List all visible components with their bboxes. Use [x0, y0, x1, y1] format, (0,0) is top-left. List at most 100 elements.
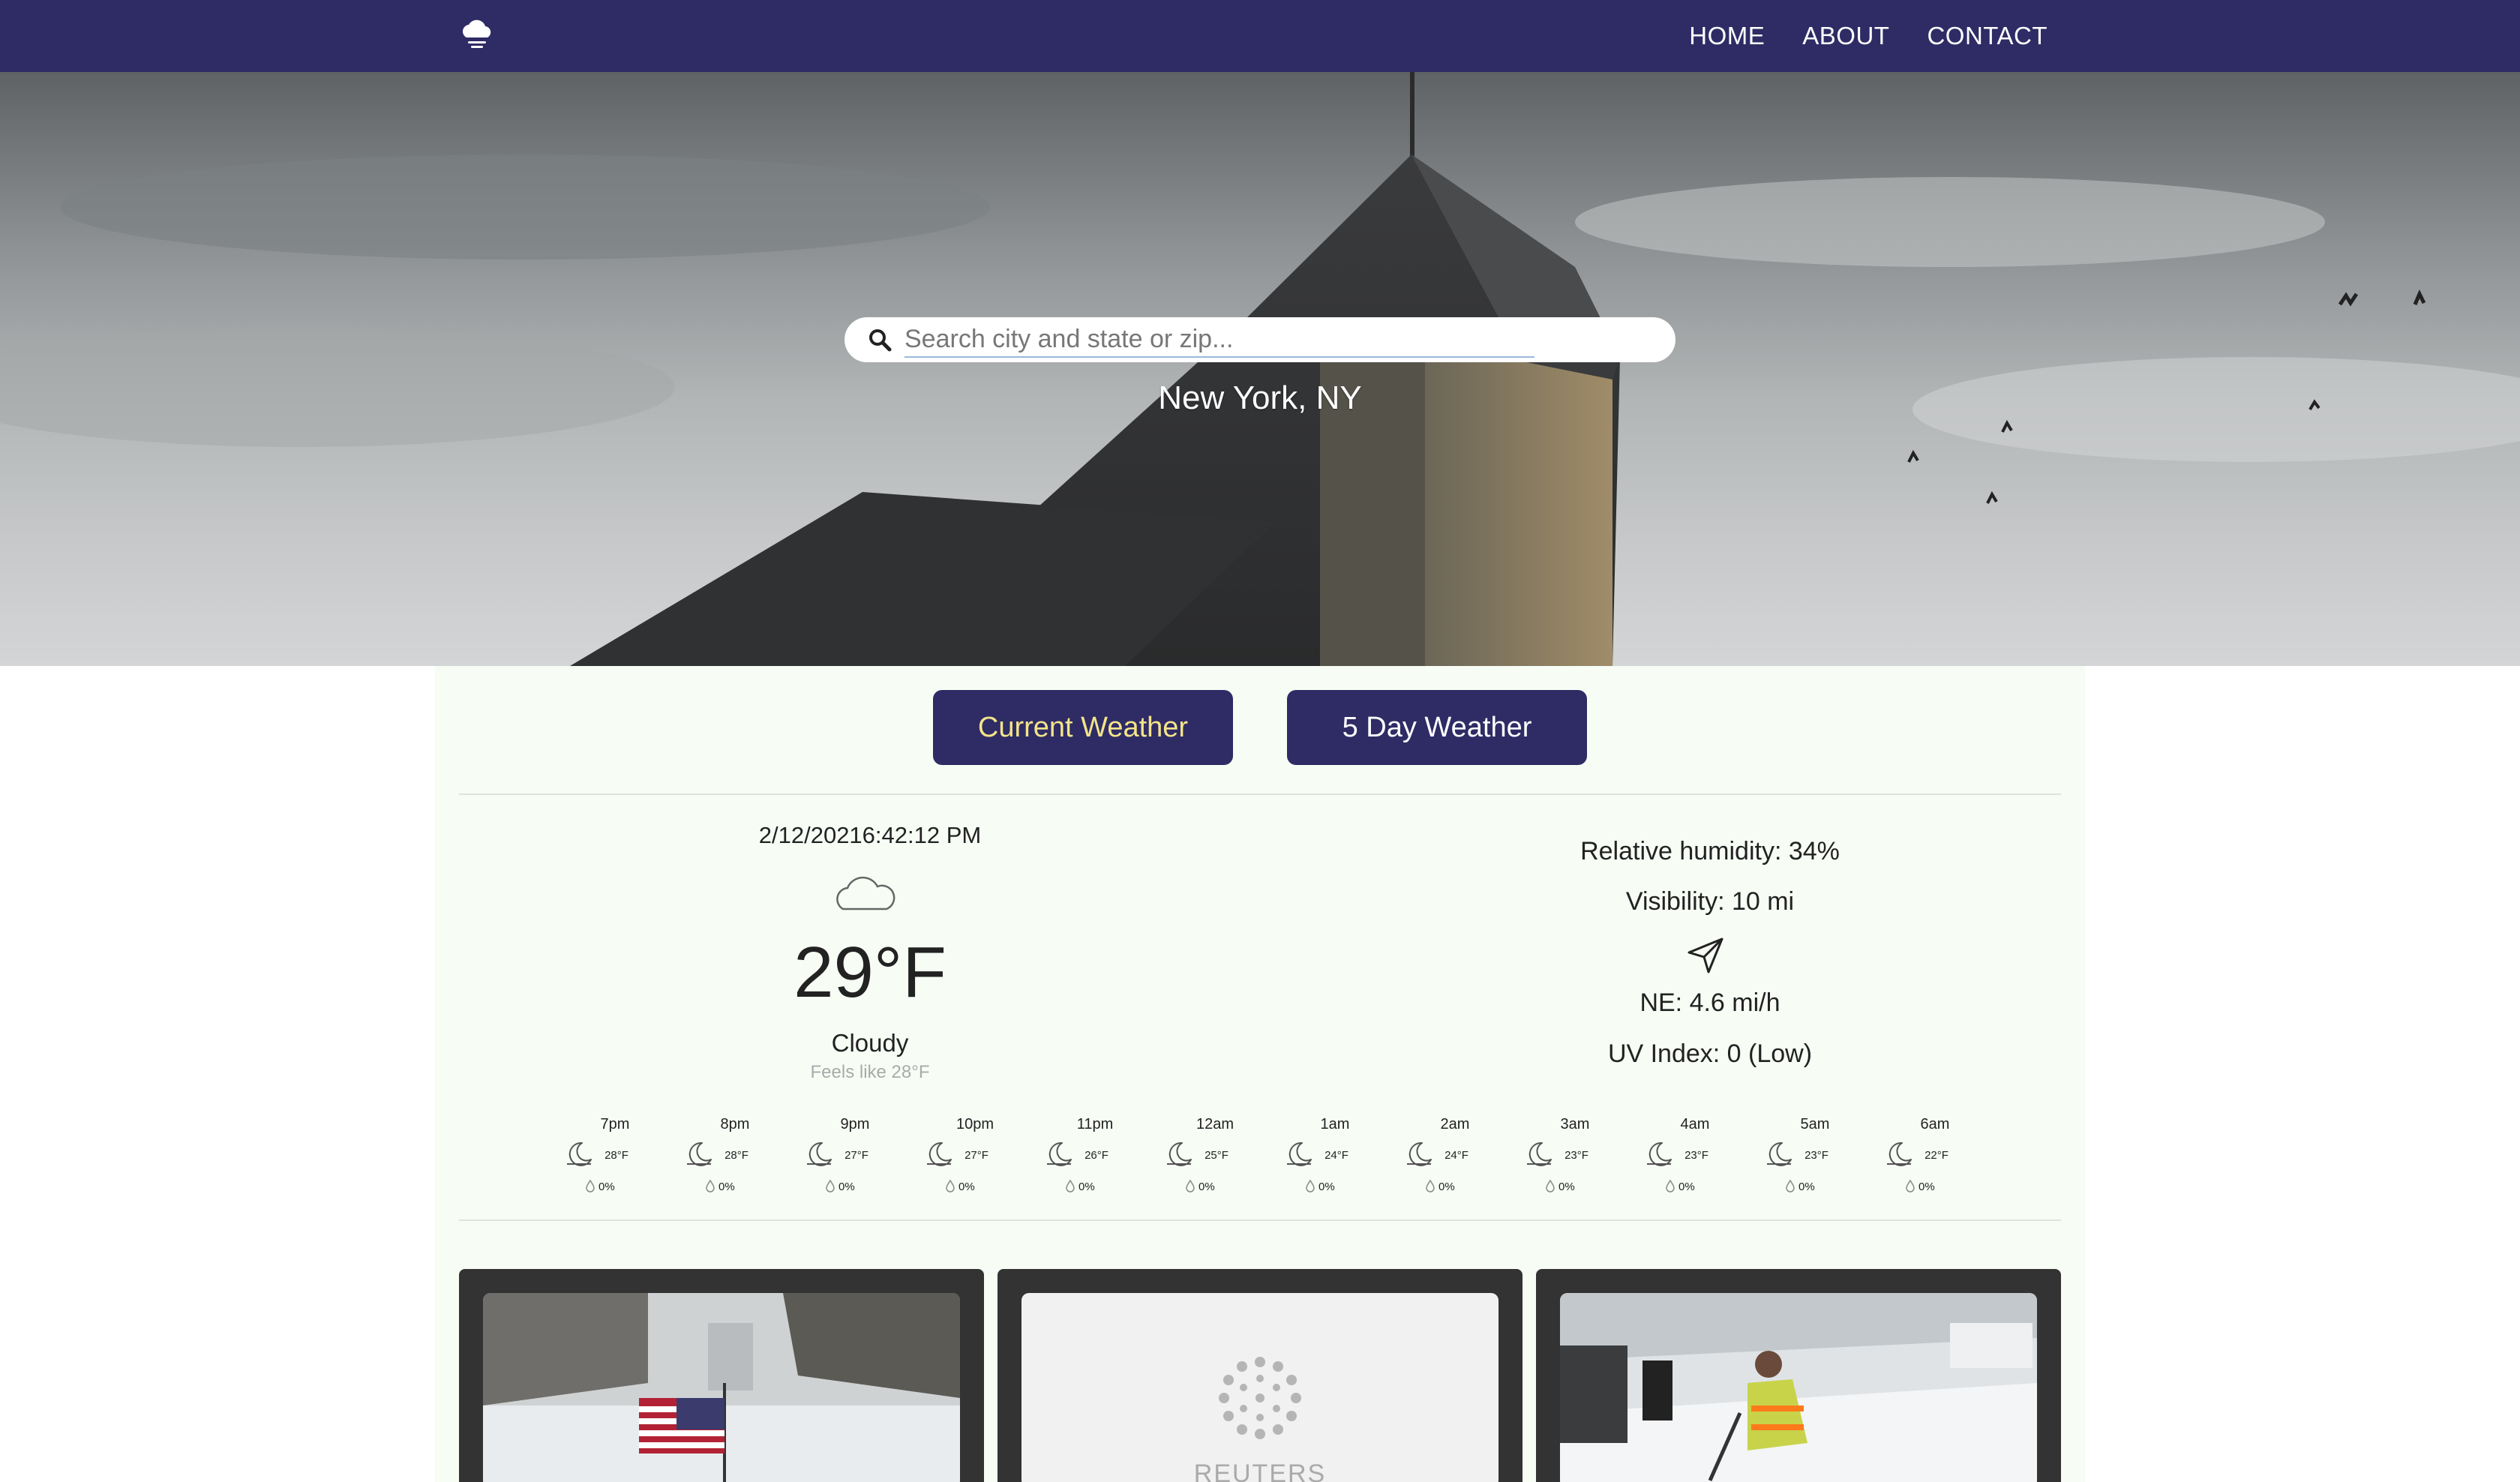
news-card[interactable]: REUTERS: [998, 1269, 1522, 1482]
hourly-item: 9pm 27°F 0%: [795, 1116, 915, 1206]
current-condition: Cloudy: [831, 1029, 909, 1057]
nav-links: HOME ABOUT CONTACT: [1689, 0, 2048, 72]
hour-temp: 23°F: [1564, 1149, 1588, 1162]
location-title: New York, NY: [1158, 380, 1362, 416]
five-day-weather-button[interactable]: 5 Day Weather: [1287, 690, 1587, 765]
moon-icon: [1167, 1142, 1192, 1166]
hour-temp: 28°F: [724, 1149, 748, 1162]
hour-temp: 24°F: [1444, 1149, 1468, 1162]
navbar: HOME ABOUT CONTACT: [0, 0, 2520, 72]
hour-precip: 0%: [718, 1180, 735, 1193]
snow-shoveling-worker-image[interactable]: [1560, 1293, 2037, 1482]
hour-precip: 0%: [958, 1180, 975, 1193]
nav-about-link[interactable]: ABOUT: [1802, 22, 1889, 50]
snowy-street-flag-image[interactable]: [483, 1293, 960, 1482]
hour-precip: 0%: [1318, 1180, 1335, 1193]
hour-time: 12am: [1196, 1116, 1234, 1132]
feels-like: Feels like 28°F: [810, 1062, 930, 1082]
cloud-logo-icon[interactable]: [456, 10, 498, 52]
hour-temp: 27°F: [964, 1149, 988, 1162]
hour-time: 2am: [1440, 1116, 1470, 1132]
hour-time: 3am: [1560, 1116, 1590, 1132]
hour-time: 4am: [1680, 1116, 1710, 1132]
raindrop-icon: [1186, 1179, 1195, 1192]
search-bar: [844, 317, 1676, 362]
hour-precip: 0%: [1558, 1180, 1575, 1193]
moon-icon: [1767, 1142, 1792, 1166]
hourly-item: 6am 22°F 0%: [1875, 1116, 1995, 1206]
hero-banner: New York, NY: [0, 72, 2520, 666]
hero-background-image: [0, 72, 2520, 666]
hour-temp: 26°F: [1084, 1149, 1108, 1162]
moon-icon: [687, 1142, 712, 1166]
hour-temp: 24°F: [1324, 1149, 1348, 1162]
reuters-logo-image[interactable]: REUTERS: [1022, 1293, 1498, 1482]
raindrop-icon: [1306, 1179, 1315, 1192]
hourly-item: 3am 23°F 0%: [1515, 1116, 1635, 1206]
news-card[interactable]: [459, 1269, 984, 1482]
hourly-item: 11pm 26°F 0%: [1035, 1116, 1155, 1206]
nav-home-link[interactable]: HOME: [1689, 22, 1765, 50]
hour-temp: 23°F: [1684, 1149, 1708, 1162]
divider: [459, 1220, 2061, 1221]
reuters-logo-text: REUTERS: [1193, 1460, 1327, 1482]
moon-icon: [1887, 1142, 1912, 1166]
wind-direction-icon: [1688, 938, 1724, 974]
hour-time: 9pm: [840, 1116, 870, 1132]
wind-speed: NE: 4.6 mi/h: [1640, 988, 1780, 1017]
search-input[interactable]: [904, 322, 1534, 358]
raindrop-icon: [1906, 1179, 1915, 1192]
relative-humidity: Relative humidity: 34%: [1580, 837, 1840, 866]
hour-temp: 23°F: [1804, 1149, 1828, 1162]
hourly-item: 1am 24°F 0%: [1275, 1116, 1395, 1206]
hour-precip: 0%: [1678, 1180, 1695, 1193]
hourly-item: 5am 23°F 0%: [1755, 1116, 1875, 1206]
moon-icon: [1047, 1142, 1072, 1166]
hour-precip: 0%: [1918, 1180, 1935, 1193]
hour-time: 7pm: [600, 1116, 630, 1132]
hour-precip: 0%: [1438, 1180, 1455, 1193]
hour-time: 11pm: [1076, 1116, 1114, 1132]
moon-icon: [927, 1142, 952, 1166]
raindrop-icon: [1426, 1179, 1435, 1192]
current-weather-button[interactable]: Current Weather: [933, 690, 1233, 765]
hour-time: 6am: [1920, 1116, 1950, 1132]
hourly-forecast: 7pm 28°F 0% 8pm 28°F 0% 9pm 27°F 0% 10pm 27°F 0% 11p…: [555, 1116, 1995, 1206]
raindrop-icon: [1066, 1179, 1075, 1192]
raindrop-icon: [946, 1179, 955, 1192]
moon-icon: [1287, 1142, 1312, 1166]
moon-icon: [1647, 1142, 1672, 1166]
raindrop-icon: [1786, 1179, 1795, 1192]
hour-time: 5am: [1800, 1116, 1830, 1132]
moon-icon: [807, 1142, 832, 1166]
hour-temp: 28°F: [604, 1149, 628, 1162]
search-icon[interactable]: [867, 327, 892, 352]
visibility: Visibility: 10 mi: [1625, 887, 1795, 916]
hour-precip: 0%: [1198, 1180, 1215, 1193]
hourly-item: 4am 23°F 0%: [1635, 1116, 1755, 1206]
raindrop-icon: [826, 1179, 835, 1192]
raindrop-icon: [706, 1179, 715, 1192]
hour-precip: 0%: [1798, 1180, 1815, 1193]
nav-contact-link[interactable]: CONTACT: [1927, 22, 2048, 50]
raindrop-icon: [1666, 1179, 1675, 1192]
raindrop-icon: [1546, 1179, 1555, 1192]
hour-precip: 0%: [1078, 1180, 1095, 1193]
moon-icon: [1527, 1142, 1552, 1166]
hour-precip: 0%: [598, 1180, 615, 1193]
news-card[interactable]: [1536, 1269, 2061, 1482]
moon-icon: [1407, 1142, 1432, 1166]
hourly-item: 10pm 27°F 0%: [915, 1116, 1035, 1206]
hour-temp: 22°F: [1924, 1149, 1948, 1162]
current-temperature: 29°F: [794, 932, 946, 1012]
hourly-item: 2am 24°F 0%: [1395, 1116, 1515, 1206]
hourly-item: 12am 25°F 0%: [1155, 1116, 1275, 1206]
cloud-icon: [836, 876, 896, 910]
current-datetime: 2/12/20216:42:12 PM: [758, 822, 982, 848]
main-content: Current Weather 5 Day Weather 2/12/20216…: [435, 666, 2085, 1482]
hourly-item: 8pm 28°F 0%: [675, 1116, 795, 1206]
raindrop-icon: [586, 1179, 595, 1192]
divider: [459, 794, 2061, 795]
hour-time: 10pm: [956, 1116, 994, 1132]
hour-time: 8pm: [720, 1116, 750, 1132]
